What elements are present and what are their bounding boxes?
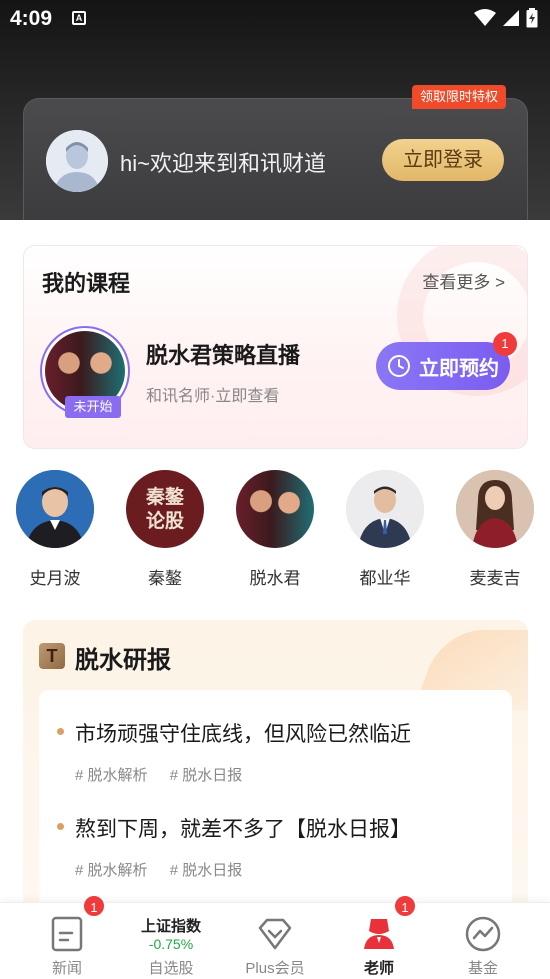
nav-item-news[interactable]: 新闻 1 [12,894,122,979]
article-tag[interactable]: # 脱水解析 [75,862,148,879]
teacher-item[interactable]: 麦麦吉 [445,470,545,589]
welcome-card: hi~欢迎来到和讯财道 立即登录 [23,98,528,220]
teacher-badge: 1 [393,894,417,918]
news-icon [51,916,83,952]
article-title: 熬到下周，就差不多了【脱水日报】 [75,818,411,841]
research-title: 脱水研报 [75,647,171,674]
live-course-subtitle: 和讯名师·立即查看 [146,388,280,405]
teacher-list: 史月波 秦鏊 论股 秦鏊 脱水君 都业华 麦麦吉 [0,470,550,590]
research-card: T 脱水研报 市场顽强守住底线，但风险已然临近 # 脱水解析 # 脱水日报 熬到… [23,620,528,920]
signal-icon [503,10,519,26]
diamond-icon [258,918,292,950]
my-course-title: 我的课程 [42,271,131,296]
article-tag[interactable]: # 脱水解析 [75,767,148,784]
article-tags: # 脱水解析 # 脱水日报 [75,764,260,785]
teacher-avatar [456,470,534,548]
nav-label: 老师 [363,960,394,977]
nav-item-fund[interactable]: 基金 [428,903,538,979]
status-badge: 未开始 [65,396,121,418]
live-course-title[interactable]: 脱水君策略直播 [146,338,300,370]
research-list: 市场顽强守住底线，但风险已然临近 # 脱水解析 # 脱水日报 熬到下周，就差不多… [39,690,512,920]
teacher-name: 麦麦吉 [469,569,521,588]
index-change: -0.75% [148,936,194,952]
nav-label: Plus会员 [245,960,305,977]
research-logo-icon: T [39,643,65,669]
default-user-icon [46,130,108,192]
wifi-icon [474,9,496,26]
status-icons [474,8,538,28]
bullet-icon [57,728,64,735]
article-tags: # 脱水解析 # 脱水日报 [75,859,260,880]
article-tag[interactable]: # 脱水日报 [170,862,243,879]
top-header: 4:09 A hi~欢迎来到和讯财道 立即登录 领取限时特权 [0,0,550,220]
index-name: 上证指数 [140,918,201,935]
my-course-card: 我的课程 查看更多 > 未开始 脱水君策略直播 和讯名师·立即查看 立即预约 1 [23,245,528,449]
book-button[interactable]: 立即预约 [376,342,510,390]
teacher-item[interactable]: 史月波 [5,470,105,589]
nav-label: 基金 [467,960,498,977]
login-button[interactable]: 立即登录 [382,139,504,181]
nav-item-plus[interactable]: Plus会员 [220,903,330,979]
see-more-link[interactable]: 查看更多 > [422,268,505,293]
book-button-label: 立即预约 [419,357,499,380]
nav-item-watchlist[interactable]: 上证指数 -0.75% 自选股 [116,903,226,979]
battery-icon [526,8,538,28]
nav-item-teacher[interactable]: 老师 1 [324,894,434,979]
teacher-avatar [236,470,314,548]
bottom-nav: 新闻 1 上证指数 -0.75% 自选股 Plus会员 老师 1 基金 [0,894,550,979]
teacher-avatar [16,470,94,548]
welcome-text: hi~欢迎来到和讯财道 [120,151,326,176]
teacher-icon [364,919,394,949]
bullet-icon [57,823,64,830]
nav-label: 自选股 [148,960,194,977]
teacher-item[interactable]: 秦鏊 论股 秦鏊 [115,470,215,589]
book-badge: 1 [493,332,517,356]
fund-icon [465,916,501,952]
teacher-name: 都业华 [359,569,411,588]
privilege-tag[interactable]: 领取限时特权 [412,85,506,109]
teacher-name: 脱水君 [249,569,301,588]
news-badge: 1 [82,894,106,918]
nav-label: 新闻 [51,960,82,977]
teacher-item[interactable]: 脱水君 [225,470,325,589]
user-avatar[interactable] [46,130,108,192]
clock-icon [388,355,410,377]
teacher-item[interactable]: 都业华 [335,470,435,589]
status-bar: 4:09 A [0,0,550,36]
notification-icon: A [72,11,86,25]
teacher-name: 史月波 [29,569,81,588]
teacher-avatar [346,470,424,548]
article-tag[interactable]: # 脱水日报 [170,767,243,784]
teacher-name: 秦鏊 [148,569,182,588]
article-title: 市场顽强守住底线，但风险已然临近 [75,723,411,746]
teacher-avatar: 秦鏊 论股 [126,470,204,548]
status-time: 4:09 [10,7,53,30]
teacher-avatar-text: 秦鏊 论股 [145,486,184,532]
